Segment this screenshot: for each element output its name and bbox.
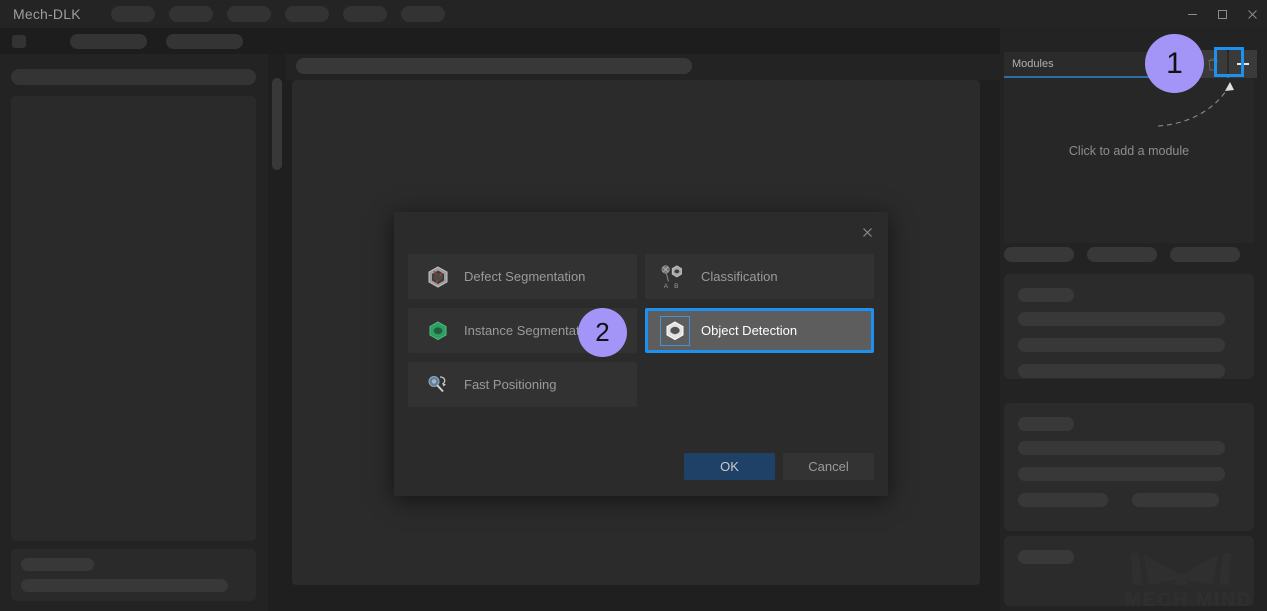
close-icon [862, 227, 872, 237]
module-option-classification[interactable]: A B Classification [645, 254, 874, 299]
right-panel: Modules Click to add a module [1000, 28, 1267, 611]
trash-icon [1208, 57, 1218, 71]
svg-text:A: A [664, 283, 669, 290]
close-icon [1247, 9, 1257, 19]
footer-row-placeholder [21, 579, 228, 592]
add-module-button[interactable] [1229, 50, 1257, 78]
toolbar-icon-placeholder[interactable] [12, 34, 26, 48]
object-detection-icon [660, 315, 690, 346]
settings-card [1004, 403, 1254, 531]
menu-bar [110, 6, 445, 22]
card-row-placeholder[interactable] [1018, 364, 1225, 378]
card-row-placeholder[interactable] [1018, 467, 1225, 481]
action-button-placeholder[interactable] [1170, 247, 1240, 262]
modules-action-row [1004, 247, 1254, 262]
modules-panel-actions [1199, 50, 1257, 78]
card-row-placeholder[interactable] [1132, 493, 1219, 507]
menu-item-placeholder[interactable] [284, 6, 329, 22]
close-button[interactable] [1237, 0, 1267, 28]
module-option-defect-segmentation[interactable]: Defect Segmentation [408, 254, 637, 299]
add-module-dialog: Defect Segmentation A B Classification I… [394, 212, 888, 496]
ok-button[interactable]: OK [684, 453, 775, 480]
module-option-label: Object Detection [701, 323, 798, 338]
instance-segmentation-icon [424, 317, 452, 345]
title-bar: Mech-DLK [0, 0, 1267, 28]
module-option-label: Classification [701, 269, 778, 284]
module-option-label: Defect Segmentation [464, 269, 586, 284]
maximize-button[interactable] [1207, 0, 1237, 28]
modules-empty-hint: Click to add a module [1068, 144, 1190, 158]
footer-label-placeholder [21, 558, 94, 571]
card-row-placeholder[interactable] [1018, 441, 1225, 455]
cancel-button[interactable]: Cancel [783, 453, 874, 480]
menu-item-placeholder[interactable] [226, 6, 271, 22]
action-button-placeholder[interactable] [1087, 247, 1157, 262]
dialog-close-button[interactable] [854, 220, 880, 244]
settings-card [1004, 274, 1254, 379]
minimize-button[interactable] [1177, 0, 1207, 28]
card-row-placeholder[interactable] [1018, 493, 1108, 507]
modules-panel-title: Modules [1012, 58, 1054, 70]
maximize-icon [1217, 9, 1227, 19]
card-title-placeholder [1018, 417, 1074, 431]
window-controls [1177, 0, 1267, 28]
app-title: Mech-DLK [13, 6, 81, 22]
svg-text:B: B [674, 283, 678, 290]
step-badge-1: 1 [1145, 34, 1204, 93]
card-row-placeholder[interactable] [1018, 338, 1225, 352]
module-type-grid: Defect Segmentation A B Classification I… [408, 254, 874, 407]
module-option-label: Fast Positioning [464, 377, 557, 392]
left-panel-scrollbar[interactable] [272, 78, 282, 170]
toolbar-item-placeholder[interactable] [166, 33, 243, 49]
menu-item-placeholder[interactable] [400, 6, 445, 22]
module-option-object-detection[interactable]: Object Detection [645, 308, 874, 353]
menu-item-placeholder[interactable] [110, 6, 155, 22]
plus-icon [1237, 58, 1249, 70]
menu-item-placeholder[interactable] [168, 6, 213, 22]
center-toolbar-placeholder[interactable] [296, 58, 692, 74]
fast-positioning-icon [424, 371, 452, 399]
menu-item-placeholder[interactable] [342, 6, 387, 22]
modules-empty-area[interactable]: Click to add a module [1004, 78, 1254, 243]
defect-segmentation-icon [424, 263, 452, 291]
module-option-fast-positioning[interactable]: Fast Positioning [408, 362, 637, 407]
step-badge-2: 2 [578, 308, 627, 357]
card-row-placeholder[interactable] [1018, 312, 1225, 326]
card-title-placeholder [1018, 550, 1074, 564]
left-panel-footer-placeholder [11, 549, 256, 601]
settings-card [1004, 536, 1254, 606]
toolbar-item-placeholder[interactable] [70, 33, 147, 49]
classification-icon: A B [661, 263, 689, 291]
left-panel-content-placeholder [11, 96, 256, 541]
dialog-footer: OK Cancel [394, 453, 888, 480]
left-panel [0, 54, 268, 611]
left-panel-header-placeholder [11, 69, 256, 85]
card-title-placeholder [1018, 288, 1074, 302]
action-button-placeholder[interactable] [1004, 247, 1074, 262]
minimize-icon [1187, 13, 1197, 15]
